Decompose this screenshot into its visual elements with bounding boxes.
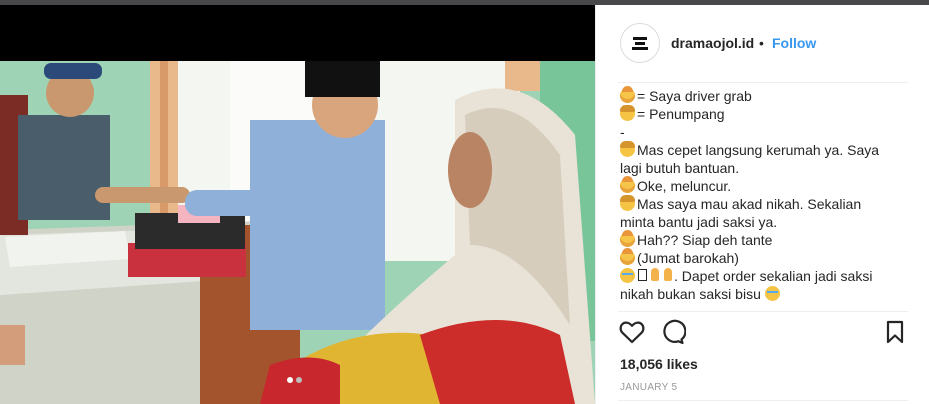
caption-line: Hah?? Siap deh tante <box>620 230 920 249</box>
divider <box>618 400 908 401</box>
carousel-dot[interactable] <box>296 377 302 383</box>
caption-line: - <box>620 124 625 140</box>
driver-emoji-icon <box>620 176 635 193</box>
brand-logo-icon <box>626 29 654 57</box>
caption-line: = Saya driver grab <box>620 86 920 105</box>
post-date[interactable]: JANUARY 5 <box>620 382 677 393</box>
passenger-emoji-icon <box>620 105 635 121</box>
divider <box>618 82 908 83</box>
avatar[interactable] <box>620 23 660 63</box>
post-actions <box>596 318 929 350</box>
separator-dot: • <box>759 35 764 51</box>
praying-hands-emoji-icon <box>662 267 674 282</box>
bookmark-icon[interactable] <box>881 318 909 346</box>
photo-illustration <box>0 5 595 404</box>
caption-line: Mas cepet langsung kerumah ya. Saya <box>620 141 920 159</box>
post-side-panel: dramaojol.id • Follow = Saya driver grab… <box>595 5 929 404</box>
passenger-emoji-icon <box>620 141 635 157</box>
caption-line: Mas saya mau akad nikah. Sekalian <box>620 195 920 213</box>
driver-emoji-icon <box>620 86 635 103</box>
divider <box>618 311 908 312</box>
follow-button[interactable]: Follow <box>772 35 816 51</box>
comment-icon[interactable] <box>658 318 687 346</box>
crying-laughing-emoji-icon <box>764 286 780 301</box>
likes-count[interactable]: 18,056 likes <box>620 356 698 372</box>
heart-icon[interactable] <box>618 318 646 346</box>
driver-emoji-icon <box>620 230 635 247</box>
username-link[interactable]: dramaojol.id <box>671 35 754 51</box>
post-photo[interactable] <box>0 5 595 404</box>
carousel-dot-active[interactable] <box>287 377 293 383</box>
missing-glyph-icon <box>638 269 647 281</box>
caption-line: = Penumpang <box>620 105 920 123</box>
post-header: dramaojol.id • Follow <box>596 5 929 83</box>
caption-line: lagi butuh bantuan. <box>620 160 740 176</box>
caption-line: . Dapet order sekalian jadi saksi <box>620 267 920 285</box>
passenger-emoji-icon <box>620 195 635 211</box>
caption-line: (Jumat barokah) <box>620 248 920 267</box>
caption-line: minta bantu jadi saksi ya. <box>620 214 778 230</box>
driver-emoji-icon <box>620 248 635 265</box>
post-caption: = Saya driver grab = Penumpang - Mas cep… <box>620 86 920 303</box>
crying-laughing-emoji-icon <box>620 268 635 283</box>
caption-line: nikah bukan saksi bisu <box>620 285 920 303</box>
praying-hands-emoji-icon <box>649 267 661 282</box>
caption-line: Oke, meluncur. <box>620 176 920 195</box>
